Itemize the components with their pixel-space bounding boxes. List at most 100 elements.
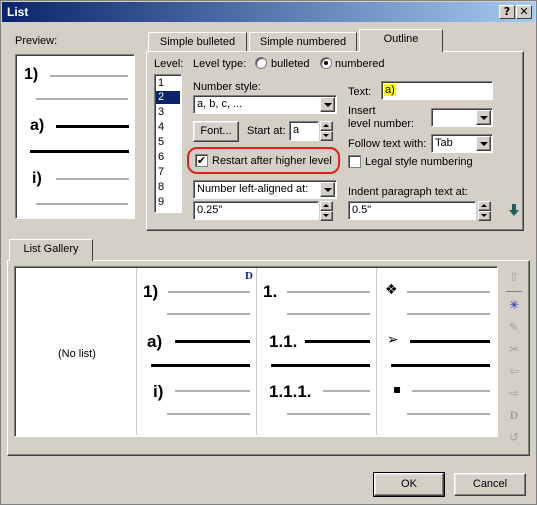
gallery-cell-decimal[interactable]: 1. 1.1. 1.1.1. [257,268,376,435]
bulleted-label: bulleted [271,58,310,70]
number-indent-input[interactable]: 0.25" [193,201,319,220]
preview-item-1: 1) [24,66,39,83]
number-style-select[interactable]: a, b, c, ... [193,95,337,114]
insert-label-1: Insert [348,105,376,117]
new-style-icon[interactable]: ✳ [506,297,522,313]
preview-pane: 1) a) i) [15,54,135,219]
indent-text-spin-up[interactable] [478,201,491,211]
preview-line [36,98,128,100]
arrow-bullet-icon: ➢ [387,332,399,348]
gallery-line [167,413,250,415]
indent-text-input[interactable]: 0.5" [348,201,476,220]
gallery-cell-no-list[interactable]: (No list) [16,268,136,435]
spin-up-icon [323,204,329,207]
default-icon[interactable]: D [506,407,522,423]
tab-list-gallery[interactable]: List Gallery [9,239,93,261]
number-indent-spin-down[interactable] [320,211,333,221]
level-item-4[interactable]: 4 [158,121,164,133]
legal-style-checkbox[interactable] [348,155,361,168]
cancel-button[interactable]: Cancel [454,473,526,496]
gallery-line [175,390,250,392]
gallery-item: a) [147,332,163,351]
legal-style-label: Legal style numbering [365,156,473,168]
level-item-7[interactable]: 7 [158,166,164,178]
level-item-5[interactable]: 5 [158,136,164,148]
right-arrow-icon[interactable]: ⇨ [506,385,522,401]
no-list-label: (No list) [58,348,96,360]
level-item-1[interactable]: 1 [158,77,164,89]
insert-label-2: level number: [348,118,415,130]
indent-text-label: Indent paragraph text at: [348,186,468,198]
ok-button[interactable]: OK [373,472,445,497]
level-item-6[interactable]: 6 [158,151,164,163]
preview-item-3: i) [32,170,42,187]
gallery-cell-paren[interactable]: D 1) a) i) [137,268,256,435]
gallery-line-bold [271,364,370,367]
restart-label: Restart after higher level [212,155,332,167]
gallery-line [287,313,370,315]
text-input[interactable]: a) [381,81,493,100]
level-item-3[interactable]: 3 [158,106,164,118]
level-item-2[interactable]: 2 [158,91,164,103]
radio-numbered[interactable] [320,57,332,69]
gallery-line-bold [410,340,490,343]
gallery-line [167,313,250,315]
start-at-input[interactable]: a [289,121,319,141]
diamond-bullet-icon: ❖ [385,282,398,298]
number-indent-spin-up[interactable] [320,201,333,211]
reset-icon[interactable]: ↺ [506,429,522,445]
delete-icon[interactable]: ✂ [506,341,522,357]
gallery-line-bold [305,340,370,343]
start-at-spin-down[interactable] [320,131,333,141]
indent-text-value: 0.5" [352,204,372,216]
gallery-item: 1.1. [269,332,298,351]
spin-down-icon [481,214,487,217]
gallery-line-bold [175,340,250,343]
gallery-line [323,390,370,392]
dropdown-button[interactable] [476,110,491,125]
insert-level-select[interactable] [431,108,493,127]
dropdown-button[interactable] [476,136,491,151]
gallery-pane: (No list) D 1) a) i) 1. 1.1. 1.1.1. ❖ ➢ … [14,266,498,437]
alignment-value: Number left-aligned at: [197,183,309,195]
number-style-value: a, b, c, ... [197,98,243,110]
tab-outline[interactable]: Outline [359,29,443,52]
window-title: List [7,5,29,19]
left-arrow-icon[interactable]: ⇦ [506,363,522,379]
radio-bulleted[interactable] [255,57,267,69]
modify-icon[interactable]: ✎ [506,319,522,335]
restart-checkbox[interactable]: ✔ [195,154,208,167]
gallery-cell-bullets[interactable]: ❖ ➢ ▪ [377,268,497,435]
preview-label: Preview: [15,35,58,47]
up-arrow-icon[interactable]: ⇧ [506,269,522,285]
follow-text-select[interactable]: Tab [431,134,493,153]
level-type-label: Level type: [193,58,247,70]
numbered-label: numbered [335,58,385,70]
alignment-select[interactable]: Number left-aligned at: [193,180,337,199]
spin-up-icon [323,124,329,127]
font-button[interactable]: Font... [193,121,239,142]
number-indent-value: 0.25" [197,204,223,216]
spin-down-icon [323,134,329,137]
indent-text-spin-down[interactable] [478,211,491,221]
gallery-line [412,390,490,392]
help-button[interactable]: ? [499,5,515,19]
spin-up-icon [481,204,487,207]
dropdown-button[interactable] [320,97,335,112]
gallery-line [168,291,250,293]
move-down-arrow-icon[interactable] [508,203,520,217]
follow-text-label: Follow text with: [348,138,427,150]
title-bar: List ? ✕ [2,2,535,22]
level-list[interactable]: 1 2 3 4 5 6 7 8 9 [154,74,182,213]
level-item-8[interactable]: 8 [158,181,164,193]
tab-simple-numbered[interactable]: Simple numbered [249,32,357,52]
number-style-label: Number style: [193,81,261,93]
level-item-9[interactable]: 9 [158,196,164,208]
start-at-spin-up[interactable] [320,121,333,131]
dropdown-button[interactable] [320,182,335,197]
close-button[interactable]: ✕ [516,5,532,19]
tab-simple-bulleted[interactable]: Simple bulleted [148,32,247,52]
toolbar-separator [506,291,522,292]
preview-line-bold [30,150,129,153]
gallery-item: 1) [143,282,159,301]
